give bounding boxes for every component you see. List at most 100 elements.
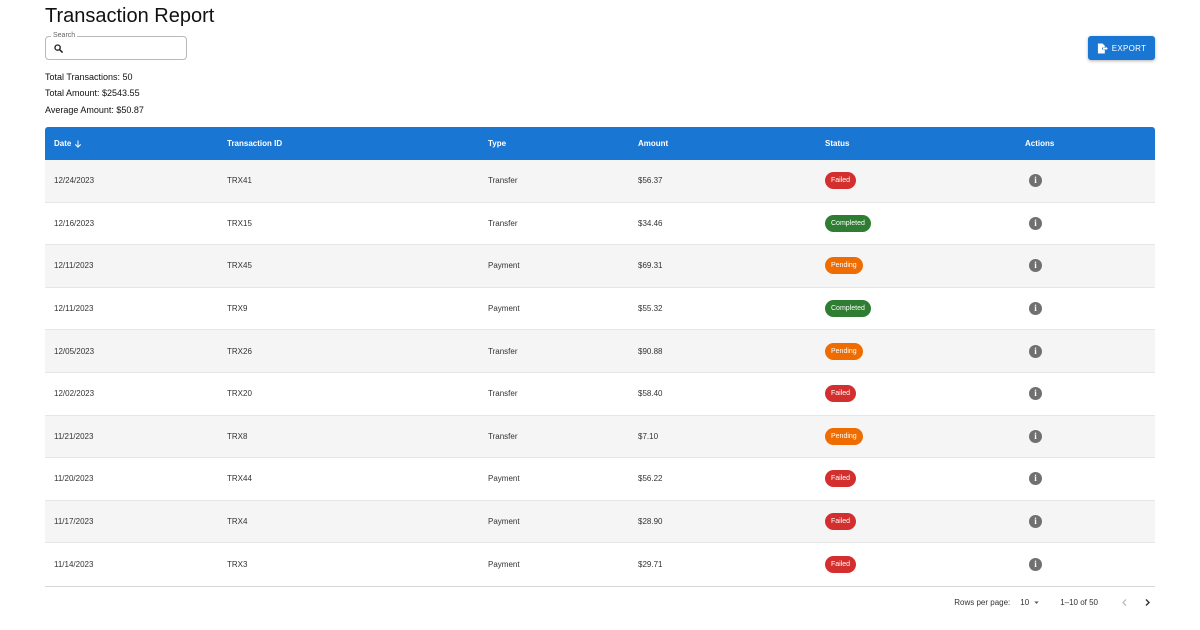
status-badge: Failed	[825, 513, 857, 531]
cell-date: 12/02/2023	[45, 373, 218, 415]
amount-value: $56.22	[638, 474, 663, 484]
cell-status: Pending	[816, 416, 1016, 458]
info-icon: i	[1034, 388, 1037, 399]
table-body: 12/24/2023 TRX41 Transfer $56.37 Failed i 12/1…	[45, 160, 1155, 586]
date-value: 11/17/2023	[54, 517, 94, 527]
cell-type: Transfer	[479, 416, 629, 458]
transaction-id-value: TRX26	[227, 346, 252, 356]
date-value: 12/11/2023	[54, 304, 94, 314]
arrow-down-icon	[75, 140, 82, 148]
transaction-id-value: TRX4	[227, 517, 248, 527]
cell-actions: i	[1016, 416, 1155, 458]
info-button[interactable]: i	[1029, 558, 1042, 572]
status-badge: Pending	[825, 257, 863, 275]
info-button[interactable]: i	[1029, 387, 1042, 401]
info-icon: i	[1034, 559, 1037, 570]
column-header-status-label: Status	[825, 139, 850, 148]
cell-date: 12/05/2023	[45, 330, 218, 372]
status-badge: Failed	[825, 172, 857, 190]
table-row[interactable]: 12/24/2023 TRX41 Transfer $56.37 Failed i	[45, 160, 1155, 203]
cell-amount: $29.71	[629, 543, 816, 586]
table-row[interactable]: 12/11/2023 TRX45 Payment $69.31 Pending i	[45, 245, 1155, 288]
date-value: 11/14/2023	[54, 560, 94, 570]
table-row[interactable]: 11/17/2023 TRX4 Payment $28.90 Failed i	[45, 500, 1155, 544]
search-input[interactable]	[68, 40, 182, 56]
date-value: 12/05/2023	[54, 346, 95, 356]
status-badge: Failed	[825, 470, 857, 488]
transaction-id-value: TRX3	[227, 560, 248, 570]
info-button[interactable]: i	[1029, 429, 1042, 443]
info-button[interactable]: i	[1029, 302, 1042, 316]
amount-value: $34.46	[638, 218, 663, 228]
status-badge: Pending	[825, 342, 863, 360]
rows-per-page-select[interactable]: 10	[1020, 598, 1040, 607]
cell-status: Pending	[816, 330, 1016, 372]
type-value: Payment	[488, 474, 520, 484]
export-label: EXPORT	[1111, 43, 1147, 53]
date-value: 11/21/2023	[54, 431, 94, 441]
table-row[interactable]: 12/02/2023 TRX20 Transfer $58.40 Failed i	[45, 373, 1155, 416]
cell-transaction-id: TRX9	[218, 288, 479, 330]
status-badge: Pending	[825, 427, 863, 445]
column-header-date[interactable]: Date	[45, 127, 218, 160]
info-button[interactable]: i	[1029, 174, 1042, 188]
cell-transaction-id: TRX20	[218, 373, 479, 415]
column-header-transaction-id[interactable]: Transaction ID	[218, 127, 479, 160]
amount-value: $28.90	[638, 517, 663, 527]
type-value: Payment	[488, 560, 520, 570]
next-page-button[interactable]	[1139, 594, 1155, 610]
info-icon: i	[1034, 217, 1037, 228]
info-button[interactable]: i	[1029, 216, 1042, 230]
info-button[interactable]: i	[1029, 259, 1042, 273]
previous-page-button[interactable]	[1116, 594, 1132, 610]
cell-amount: $69.31	[629, 245, 816, 287]
type-value: Transfer	[488, 389, 518, 399]
transaction-id-value: TRX15	[227, 218, 252, 228]
pagination: Rows per page: 10 1–10 of 50	[954, 594, 1155, 610]
cell-date: 12/11/2023	[45, 288, 218, 330]
export-button[interactable]: EXPORT	[1088, 36, 1155, 60]
cell-type: Payment	[479, 543, 629, 586]
info-button[interactable]: i	[1029, 344, 1042, 358]
table-row[interactable]: 12/05/2023 TRX26 Transfer $90.88 Pending i	[45, 330, 1155, 373]
chevron-left-icon	[1121, 598, 1126, 606]
column-header-status[interactable]: Status	[816, 127, 1016, 160]
column-header-date-label: Date	[54, 139, 72, 148]
status-badge: Failed	[825, 556, 857, 574]
cell-type: Transfer	[479, 160, 629, 202]
column-header-transaction-id-label: Transaction ID	[227, 139, 283, 148]
status-badge: Completed	[825, 300, 871, 318]
table-row[interactable]: 11/21/2023 TRX8 Transfer $7.10 Pending i	[45, 415, 1155, 459]
cell-amount: $28.90	[629, 501, 816, 543]
table-row[interactable]: 12/16/2023 TRX15 Transfer $34.46 Completed i	[45, 203, 1155, 246]
cell-status: Failed	[816, 458, 1016, 500]
cell-transaction-id: TRX15	[218, 203, 479, 245]
info-button[interactable]: i	[1029, 515, 1042, 529]
cell-actions: i	[1016, 373, 1155, 415]
column-header-type[interactable]: Type	[479, 127, 629, 160]
cell-status: Failed	[816, 160, 1016, 202]
page-title: Transaction Report	[45, 5, 215, 27]
transaction-id-value: TRX9	[227, 304, 248, 314]
cell-status: Failed	[816, 543, 1016, 586]
cell-type: Transfer	[479, 330, 629, 372]
table-row[interactable]: 11/20/2023 TRX44 Payment $56.22 Failed i	[45, 458, 1155, 501]
info-icon: i	[1034, 175, 1037, 186]
cell-amount: $56.22	[629, 458, 816, 500]
column-header-amount[interactable]: Amount	[629, 127, 816, 160]
pagination-range: 1–10 of 50	[1060, 597, 1098, 607]
cell-status: Pending	[816, 245, 1016, 287]
info-button[interactable]: i	[1029, 472, 1042, 486]
transaction-id-value: TRX41	[227, 176, 252, 186]
amount-value: $90.88	[638, 346, 663, 356]
cell-type: Payment	[479, 245, 629, 287]
table-row[interactable]: 11/14/2023 TRX3 Payment $29.71 Failed i	[45, 543, 1155, 586]
summary-stats: Total Transactions: 50 Total Amount: $25…	[45, 71, 144, 120]
transaction-id-value: TRX44	[227, 474, 252, 484]
cell-actions: i	[1016, 288, 1155, 330]
amount-value: $69.31	[638, 261, 663, 271]
cell-amount: $7.10	[629, 416, 816, 458]
table-row[interactable]: 12/11/2023 TRX9 Payment $55.32 Completed i	[45, 288, 1155, 331]
average-amount: Average Amount: $50.87	[45, 104, 144, 115]
search-field[interactable]: Search	[45, 31, 187, 60]
